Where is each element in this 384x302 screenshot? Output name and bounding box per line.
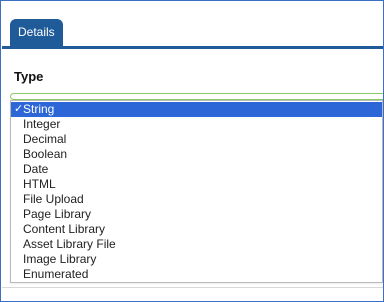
option-label: Content Library — [23, 222, 106, 236]
option-label: File Upload — [23, 192, 84, 206]
option-integer[interactable]: Integer — [11, 117, 382, 132]
option-label: Asset Library File — [23, 237, 116, 251]
option-label: Integer — [23, 117, 61, 131]
option-label: Image Library — [23, 252, 97, 266]
option-content-library[interactable]: Content Library — [11, 222, 382, 237]
type-options-list: ✓ String Integer Decimal Boolean Date HT… — [10, 100, 383, 283]
option-label: Date — [23, 162, 49, 176]
option-boolean[interactable]: Boolean — [11, 147, 382, 162]
option-string[interactable]: ✓ String — [11, 102, 382, 117]
option-label: HTML — [23, 177, 56, 191]
panel-bottom-edge — [2, 287, 383, 298]
option-enumerated[interactable]: Enumerated — [11, 267, 382, 282]
tab-details[interactable]: Details — [10, 19, 63, 46]
option-label: Enumerated — [23, 267, 89, 281]
tab-details-label: Details — [18, 25, 55, 39]
type-label: Type — [14, 69, 44, 84]
details-window: Details Type ✓ String Integer Decimal Bo… — [0, 0, 384, 302]
option-label: Decimal — [23, 132, 67, 146]
option-file-upload[interactable]: File Upload — [11, 192, 382, 207]
type-select[interactable] — [10, 93, 383, 100]
option-decimal[interactable]: Decimal — [11, 132, 382, 147]
option-image-library[interactable]: Image Library — [11, 252, 382, 267]
tab-strip: Details — [2, 1, 383, 49]
checkmark-icon: ✓ — [14, 103, 24, 115]
option-page-library[interactable]: Page Library — [11, 207, 382, 222]
option-date[interactable]: Date — [11, 162, 382, 177]
option-asset-library-file[interactable]: Asset Library File — [11, 237, 382, 252]
option-label: Boolean — [23, 147, 68, 161]
option-label: String — [23, 102, 55, 116]
option-label: Page Library — [23, 207, 92, 221]
option-html[interactable]: HTML — [11, 177, 382, 192]
